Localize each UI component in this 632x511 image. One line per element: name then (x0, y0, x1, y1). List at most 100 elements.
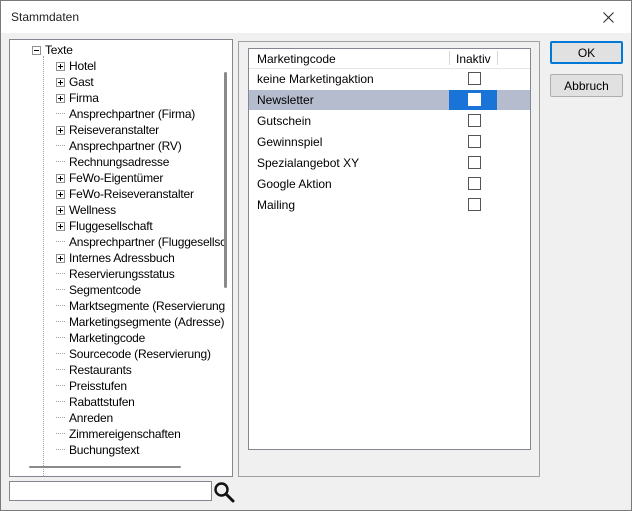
tree-item-label: Gast (69, 75, 94, 89)
marketingcode-cell: Google Aktion (257, 177, 332, 191)
collapse-icon[interactable] (32, 45, 41, 55)
tree-branch-line (56, 433, 65, 435)
list-header: Marketingcode Inaktiv (249, 49, 530, 69)
inaktiv-checkbox[interactable] (468, 156, 481, 169)
tree-item-label: Marktsegmente (Reservierung (69, 299, 225, 313)
tree-item[interactable]: Ansprechpartner (Fluggesellsc (52, 234, 226, 250)
tree-item-label: Segmentcode (69, 283, 141, 297)
tree-item[interactable]: Preisstufen (52, 378, 127, 394)
tree-item[interactable]: FeWo-Reiseveranstalter (52, 186, 194, 202)
inaktiv-checkbox[interactable] (468, 198, 481, 211)
list-row[interactable]: Gutschein (249, 111, 530, 131)
tree-item[interactable]: Wellness (52, 202, 116, 218)
marketingcode-list[interactable]: Marketingcode Inaktiv keine Marketingakt… (248, 48, 531, 450)
tree-item[interactable]: Marktsegmente (Reservierung (52, 298, 225, 314)
list-row[interactable]: Spezialangebot XY (249, 153, 530, 173)
tree-item[interactable]: Anreden (52, 410, 113, 426)
tree-item[interactable]: Restaurants (52, 362, 132, 378)
title-bar: Stammdaten (1, 1, 631, 33)
column-header-inaktiv[interactable]: Inaktiv (456, 52, 491, 66)
tree-item-label: Sourcecode (Reservierung) (69, 347, 211, 361)
expand-icon[interactable] (56, 125, 65, 135)
inaktiv-cell (449, 153, 497, 173)
expand-icon[interactable] (56, 189, 65, 199)
tree-item-label: Wellness (69, 203, 116, 217)
cancel-button[interactable]: Abbruch (550, 74, 623, 97)
tree-item[interactable]: Rechnungsadresse (52, 154, 169, 170)
tree-item[interactable]: Fluggesellschaft (52, 218, 153, 234)
tree-root-item[interactable]: Texte (32, 42, 73, 58)
tree-root-label: Texte (45, 43, 73, 57)
tree-branch-line (56, 241, 65, 243)
tree-item[interactable]: Zimmereigenschaften (52, 426, 181, 442)
tree-branch-line (56, 289, 65, 291)
tree-branch-line (56, 369, 65, 371)
tree-item[interactable]: Firma (52, 90, 99, 106)
tree-item-label: Firma (69, 91, 99, 105)
tree-branch-line (56, 385, 65, 387)
list-row[interactable]: Google Aktion (249, 174, 530, 194)
expand-icon[interactable] (56, 61, 65, 71)
tree-item[interactable]: Segmentcode (52, 282, 141, 298)
tree-item-label: FeWo-Reiseveranstalter (69, 187, 194, 201)
inaktiv-checkbox[interactable] (468, 135, 481, 148)
tree-item-label: Ansprechpartner (Firma) (69, 107, 196, 121)
expand-icon[interactable] (56, 205, 65, 215)
search-button[interactable] (212, 480, 236, 504)
expand-icon[interactable] (56, 253, 65, 263)
inaktiv-checkbox[interactable] (468, 177, 481, 190)
expand-icon[interactable] (56, 93, 65, 103)
tree-item-label: Marketingsegmente (Adresse) (69, 315, 225, 329)
marketingcode-cell: keine Marketingaktion (257, 72, 374, 86)
marketingcode-cell: Mailing (257, 198, 296, 212)
tree-item[interactable]: FeWo-Eigentümer (52, 170, 163, 186)
column-separator[interactable] (497, 51, 498, 65)
tree-item[interactable]: Reservierungsstatus (52, 266, 175, 282)
marketingcode-cell: Gewinnspiel (257, 135, 323, 149)
close-button[interactable] (585, 1, 631, 33)
list-row[interactable]: Gewinnspiel (249, 132, 530, 152)
expand-icon[interactable] (56, 221, 65, 231)
tree-view[interactable]: Texte Hotel Gast Firma Ansprechpartner (Fir… (9, 39, 233, 477)
tree-item[interactable]: Rabattstufen (52, 394, 135, 410)
inaktiv-checkbox[interactable] (468, 93, 481, 106)
tree-item-label: Fluggesellschaft (69, 219, 153, 233)
tree-item-label: Restaurants (69, 363, 132, 377)
ok-button[interactable]: OK (550, 41, 623, 64)
tree-item[interactable]: Sourcecode (Reservierung) (52, 346, 211, 362)
column-separator[interactable] (449, 51, 450, 65)
tree-vertical-scrollbar[interactable] (224, 72, 227, 288)
list-row[interactable]: keine Marketingaktion (249, 69, 530, 89)
search-input[interactable] (9, 481, 212, 501)
tree-item-label: Marketingcode (69, 331, 146, 345)
inaktiv-cell (449, 69, 497, 89)
tree-item[interactable]: Hotel (52, 58, 96, 74)
tree-item[interactable]: Ansprechpartner (Firma) (52, 106, 195, 122)
tree-item[interactable]: Marketingcode (52, 330, 145, 346)
list-row[interactable]: Mailing (249, 195, 530, 215)
tree-item[interactable]: Buchungstext (52, 442, 140, 458)
column-header-marketingcode[interactable]: Marketingcode (257, 52, 336, 66)
inaktiv-checkbox[interactable] (468, 114, 481, 127)
inaktiv-cell (449, 111, 497, 131)
tree-item[interactable]: Gast (52, 74, 94, 90)
tree-item[interactable]: Marketingsegmente (Adresse) (52, 314, 225, 330)
tree-item-label: Rechnungsadresse (69, 155, 170, 169)
tree-item-label: Buchungstext (69, 443, 140, 457)
list-row[interactable]: Newsletter (249, 90, 530, 110)
close-icon (602, 11, 614, 23)
tree-horizontal-scrollbar[interactable] (29, 466, 181, 468)
tree-item[interactable]: Ansprechpartner (RV) (52, 138, 182, 154)
tree-branch-line (56, 273, 65, 275)
inaktiv-checkbox[interactable] (468, 72, 481, 85)
tree-item-label: Internes Adressbuch (69, 251, 175, 265)
tree-item[interactable]: Reiseveranstalter (52, 122, 159, 138)
inaktiv-cell (449, 132, 497, 152)
marketingcode-cell: Gutschein (257, 114, 312, 128)
expand-icon[interactable] (56, 173, 65, 183)
inaktiv-cell (449, 174, 497, 194)
tree-guide-line (43, 56, 44, 476)
tree-item[interactable]: Internes Adressbuch (52, 250, 175, 266)
window-title: Stammdaten (11, 10, 80, 24)
expand-icon[interactable] (56, 77, 65, 87)
